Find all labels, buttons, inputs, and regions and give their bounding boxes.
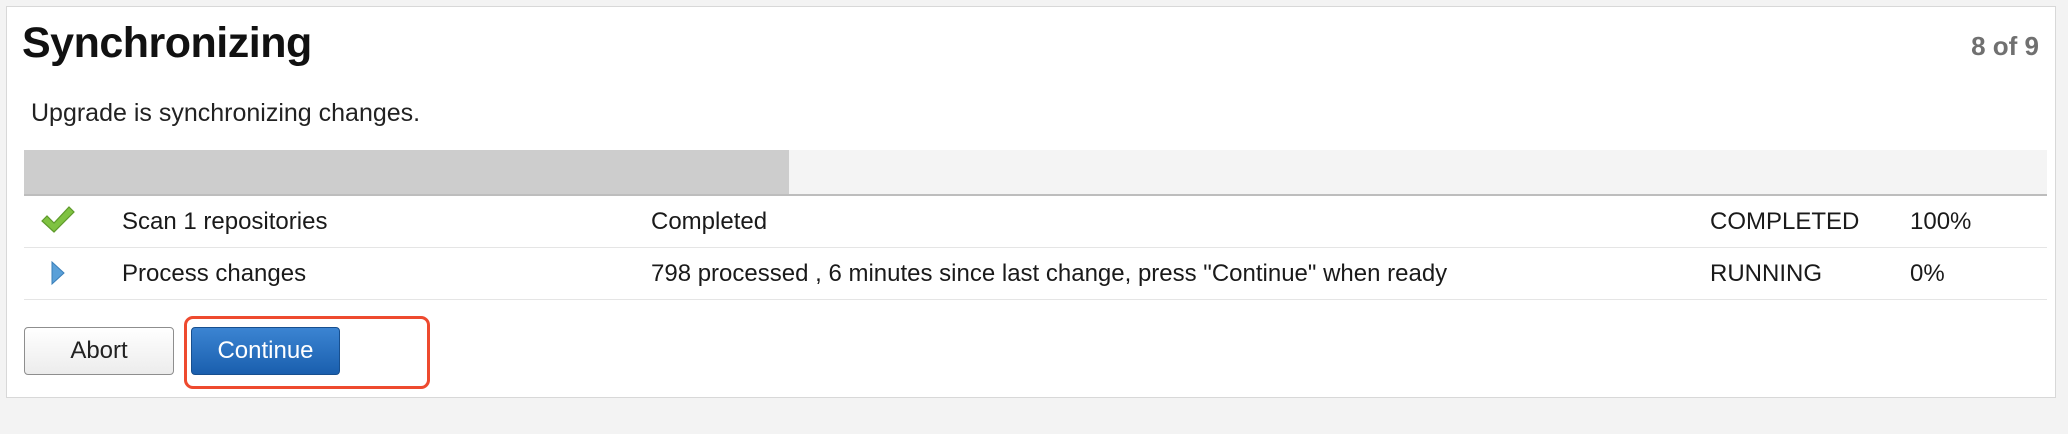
highlight-box xyxy=(184,316,430,389)
progress-bar xyxy=(24,150,2047,196)
step-indicator: 8 of 9 xyxy=(1971,31,2039,61)
task-status: COMPLETED xyxy=(1710,208,1860,235)
page-title: Synchronizing xyxy=(22,19,312,67)
task-row: Process changes 798 processed , 6 minute… xyxy=(24,248,2047,300)
task-percent: 0% xyxy=(1910,260,1945,287)
play-arrow-icon xyxy=(40,248,80,299)
task-detail: Completed xyxy=(651,208,768,235)
status-description: Upgrade is synchronizing changes. xyxy=(31,99,421,127)
task-name: Scan 1 repositories xyxy=(122,208,328,235)
task-row: Scan 1 repositories Completed COMPLETED … xyxy=(24,196,2047,248)
check-icon xyxy=(40,196,80,247)
abort-button[interactable]: Abort xyxy=(24,327,174,375)
progress-bar-fill xyxy=(24,150,789,194)
task-status: RUNNING xyxy=(1710,260,1822,287)
task-name: Process changes xyxy=(122,260,307,287)
task-percent: 100% xyxy=(1910,208,1972,235)
task-detail: 798 processed , 6 minutes since last cha… xyxy=(651,260,1448,287)
task-list: Scan 1 repositories Completed COMPLETED … xyxy=(24,196,2047,300)
